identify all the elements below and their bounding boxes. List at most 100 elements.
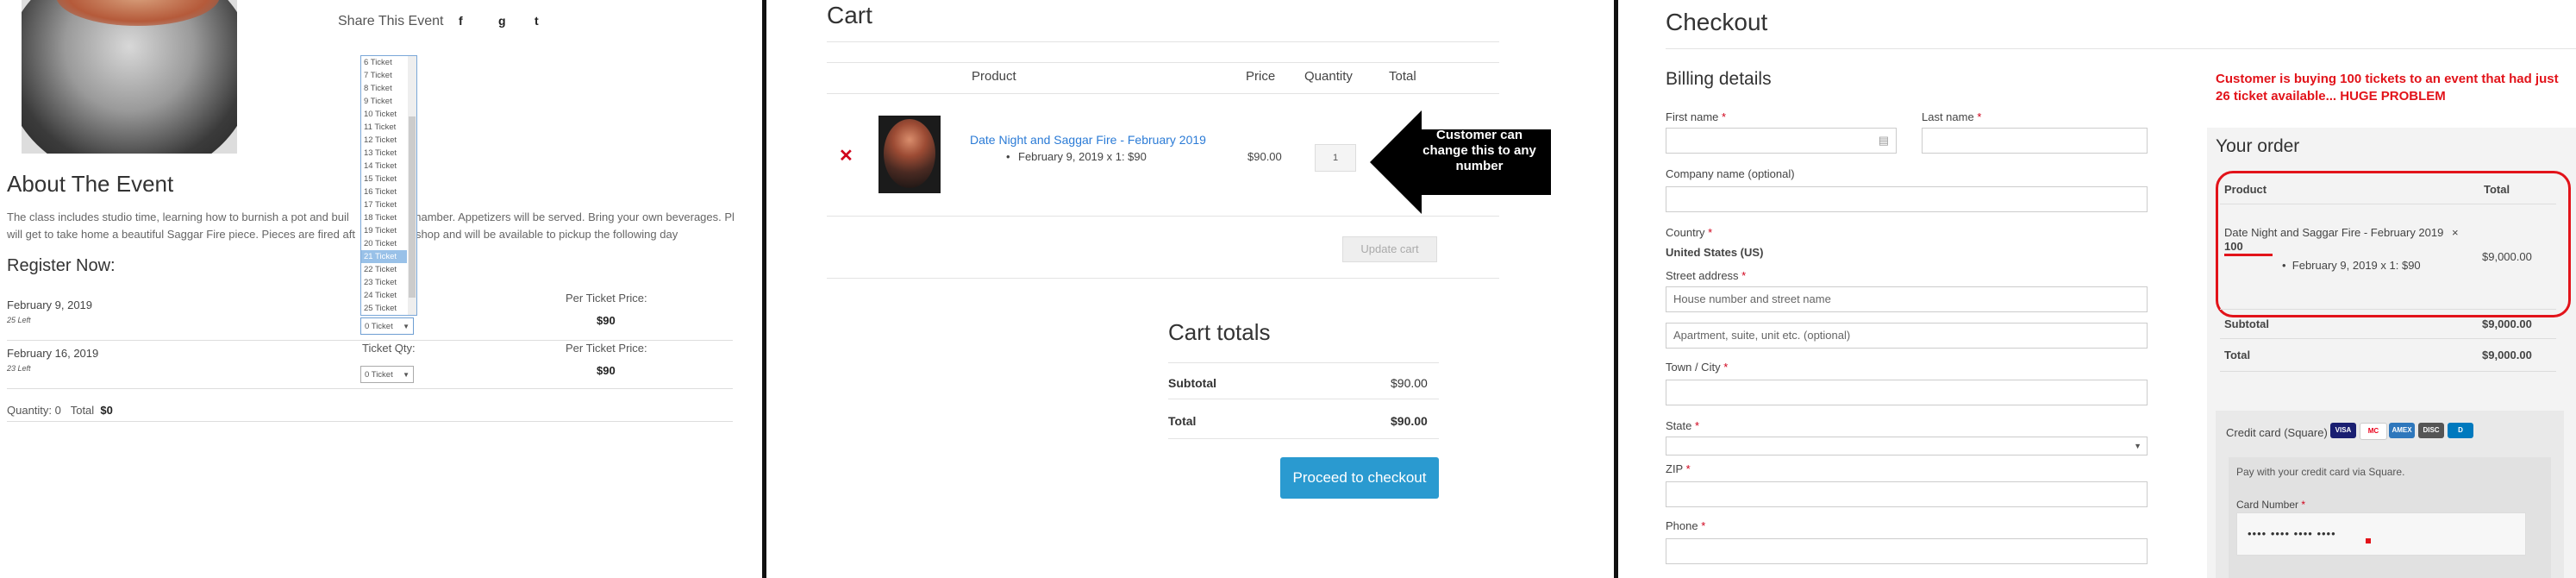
row-date: February 16, 2019	[7, 347, 99, 360]
dropdown-option[interactable]: 25 Ticket	[361, 302, 407, 315]
checkout-page-panel: Checkout Billing details First name * ▤ …	[1618, 0, 2576, 578]
company-input[interactable]	[1666, 186, 2148, 212]
zip-input[interactable]	[1666, 481, 2148, 507]
ticket-qty-dropdown[interactable]: 6 Ticket 7 Ticket 8 Ticket 9 Ticket 10 Ticke…	[360, 55, 417, 316]
remove-item-icon[interactable]: ✕	[839, 145, 853, 166]
first-name-input[interactable]: ▤	[1666, 128, 1897, 154]
dropdown-option[interactable]: 14 Ticket	[361, 160, 407, 173]
street-label: Street address *	[1666, 269, 1747, 282]
dropdown-option[interactable]: 23 Ticket	[361, 276, 407, 289]
total-value: $90.00	[1391, 414, 1428, 428]
zip-label: ZIP *	[1666, 462, 1691, 475]
dropdown-option[interactable]: 18 Ticket	[361, 211, 407, 224]
col-header-product: Product	[972, 69, 1016, 84]
subtotal-label: Subtotal	[2224, 317, 2269, 330]
phone-input[interactable]	[1666, 538, 2148, 564]
item-price: $90.00	[1247, 150, 1282, 163]
diners-icon: D	[2448, 423, 2473, 438]
dropdown-option[interactable]: 22 Ticket	[361, 263, 407, 276]
ticket-price: $90	[597, 314, 616, 327]
google-icon[interactable]: g	[498, 14, 506, 28]
dropdown-option[interactable]: 6 Ticket	[361, 56, 407, 69]
mastercard-icon: MC	[2360, 423, 2387, 440]
street-input[interactable]: House number and street name	[1666, 286, 2148, 312]
amex-icon: AMEX	[2389, 423, 2415, 438]
first-name-label: First name *	[1666, 110, 1727, 123]
event-page-panel: Share This Event f g t About The Event T…	[0, 0, 762, 578]
dropdown-option[interactable]: 9 Ticket	[361, 95, 407, 108]
ticket-qty-select[interactable]: 0 Ticket ▼	[360, 317, 414, 335]
event-image	[22, 0, 237, 154]
last-name-input[interactable]	[1922, 128, 2148, 154]
dropdown-option[interactable]: 11 Ticket	[361, 121, 407, 134]
total-label: Total	[2224, 349, 2251, 361]
subtotal-label: Subtotal	[1168, 376, 1216, 390]
annotation-warning: Customer is buying 100 tickets to an eve…	[2216, 72, 2559, 104]
dropdown-option[interactable]: 17 Ticket	[361, 198, 407, 211]
total-label: Total	[1168, 414, 1197, 428]
apartment-input[interactable]: Apartment, suite, unit etc. (optional)	[1666, 323, 2148, 349]
product-meta: February 9, 2019 x 1: $90	[1006, 150, 1147, 163]
dropdown-option[interactable]: 8 Ticket	[361, 82, 407, 95]
facebook-icon[interactable]: f	[459, 14, 463, 28]
chevron-down-icon: ▼	[2134, 442, 2141, 450]
discover-icon: DISC	[2418, 423, 2444, 438]
dropdown-scrollbar[interactable]	[408, 56, 416, 315]
dropdown-option[interactable]: 10 Ticket	[361, 108, 407, 121]
state-label: State *	[1666, 419, 1700, 432]
dropdown-option[interactable]: 19 Ticket	[361, 224, 407, 237]
ticket-price: $90	[597, 364, 616, 377]
twitter-icon[interactable]: t	[535, 14, 539, 28]
page-title: Cart	[827, 2, 872, 28]
per-ticket-price-label: Per Ticket Price:	[566, 342, 647, 355]
subtotal-value: $9,000.00	[2482, 317, 2532, 330]
proceed-to-checkout-button[interactable]: Proceed to checkout	[1280, 457, 1439, 499]
city-label: Town / City *	[1666, 361, 1729, 374]
payment-method-label[interactable]: Credit card (Square)	[2226, 426, 2328, 439]
billing-title: Billing details	[1666, 69, 1772, 89]
per-ticket-price-label: Per Ticket Price:	[566, 292, 647, 305]
dropdown-option[interactable]: 15 Ticket	[361, 173, 407, 185]
card-number-input[interactable]: •••• •••• •••• ••••	[2236, 512, 2526, 556]
col-header-price: Price	[1246, 69, 1276, 84]
visa-icon: VISA	[2330, 423, 2356, 438]
country-label: Country *	[1666, 226, 1713, 239]
chevron-down-icon: ▼	[403, 371, 410, 379]
cart-totals-title: Cart totals	[1168, 319, 1271, 345]
city-input[interactable]	[1666, 380, 2148, 405]
row-date: February 9, 2019	[7, 298, 93, 311]
dropdown-option[interactable]: 20 Ticket	[361, 237, 407, 250]
product-thumbnail[interactable]	[878, 116, 941, 193]
ticket-qty-label: Ticket Qty:	[362, 342, 416, 355]
dropdown-option[interactable]: 13 Ticket	[361, 147, 407, 160]
quantity-input[interactable]: 1	[1315, 144, 1356, 172]
dropdown-option[interactable]: 21 Ticket	[361, 250, 407, 263]
update-cart-button[interactable]: Update cart	[1342, 236, 1437, 262]
chevron-down-icon: ▼	[403, 323, 410, 330]
phone-label: Phone *	[1666, 519, 1706, 532]
country-value: United States (US)	[1666, 246, 1764, 259]
total-value: $9,000.00	[2482, 349, 2532, 361]
card-number-label: Card Number *	[2236, 499, 2306, 511]
dropdown-option[interactable]: 7 Ticket	[361, 69, 407, 82]
state-select[interactable]: ▼	[1666, 437, 2148, 455]
dropdown-option[interactable]: 24 Ticket	[361, 289, 407, 302]
col-header-total: Total	[1389, 69, 1416, 84]
dropdown-option[interactable]: 16 Ticket	[361, 185, 407, 198]
cursor-marker	[2366, 538, 2371, 543]
highlight-box	[2216, 171, 2571, 317]
quantity-summary: Quantity: 0 Total $0	[7, 404, 113, 417]
subtotal-value: $90.00	[1391, 376, 1428, 390]
contact-card-icon: ▤	[1878, 134, 1889, 147]
product-link[interactable]: Date Night and Saggar Fire - February 20…	[970, 133, 1206, 147]
cart-page-panel: Cart Product Price Quantity Total ✕ Date…	[766, 0, 1614, 578]
payment-note: Pay with your credit card via Square.	[2236, 466, 2405, 478]
row-left-count: 23 Left	[7, 364, 31, 373]
dropdown-option[interactable]: 12 Ticket	[361, 134, 407, 147]
register-title: Register Now:	[7, 256, 116, 275]
about-title: About The Event	[7, 171, 174, 197]
page-title: Checkout	[1666, 9, 1768, 35]
last-name-label: Last name *	[1922, 110, 1982, 123]
col-header-quantity: Quantity	[1304, 69, 1353, 84]
ticket-qty-select[interactable]: 0 Ticket ▼	[360, 366, 414, 383]
